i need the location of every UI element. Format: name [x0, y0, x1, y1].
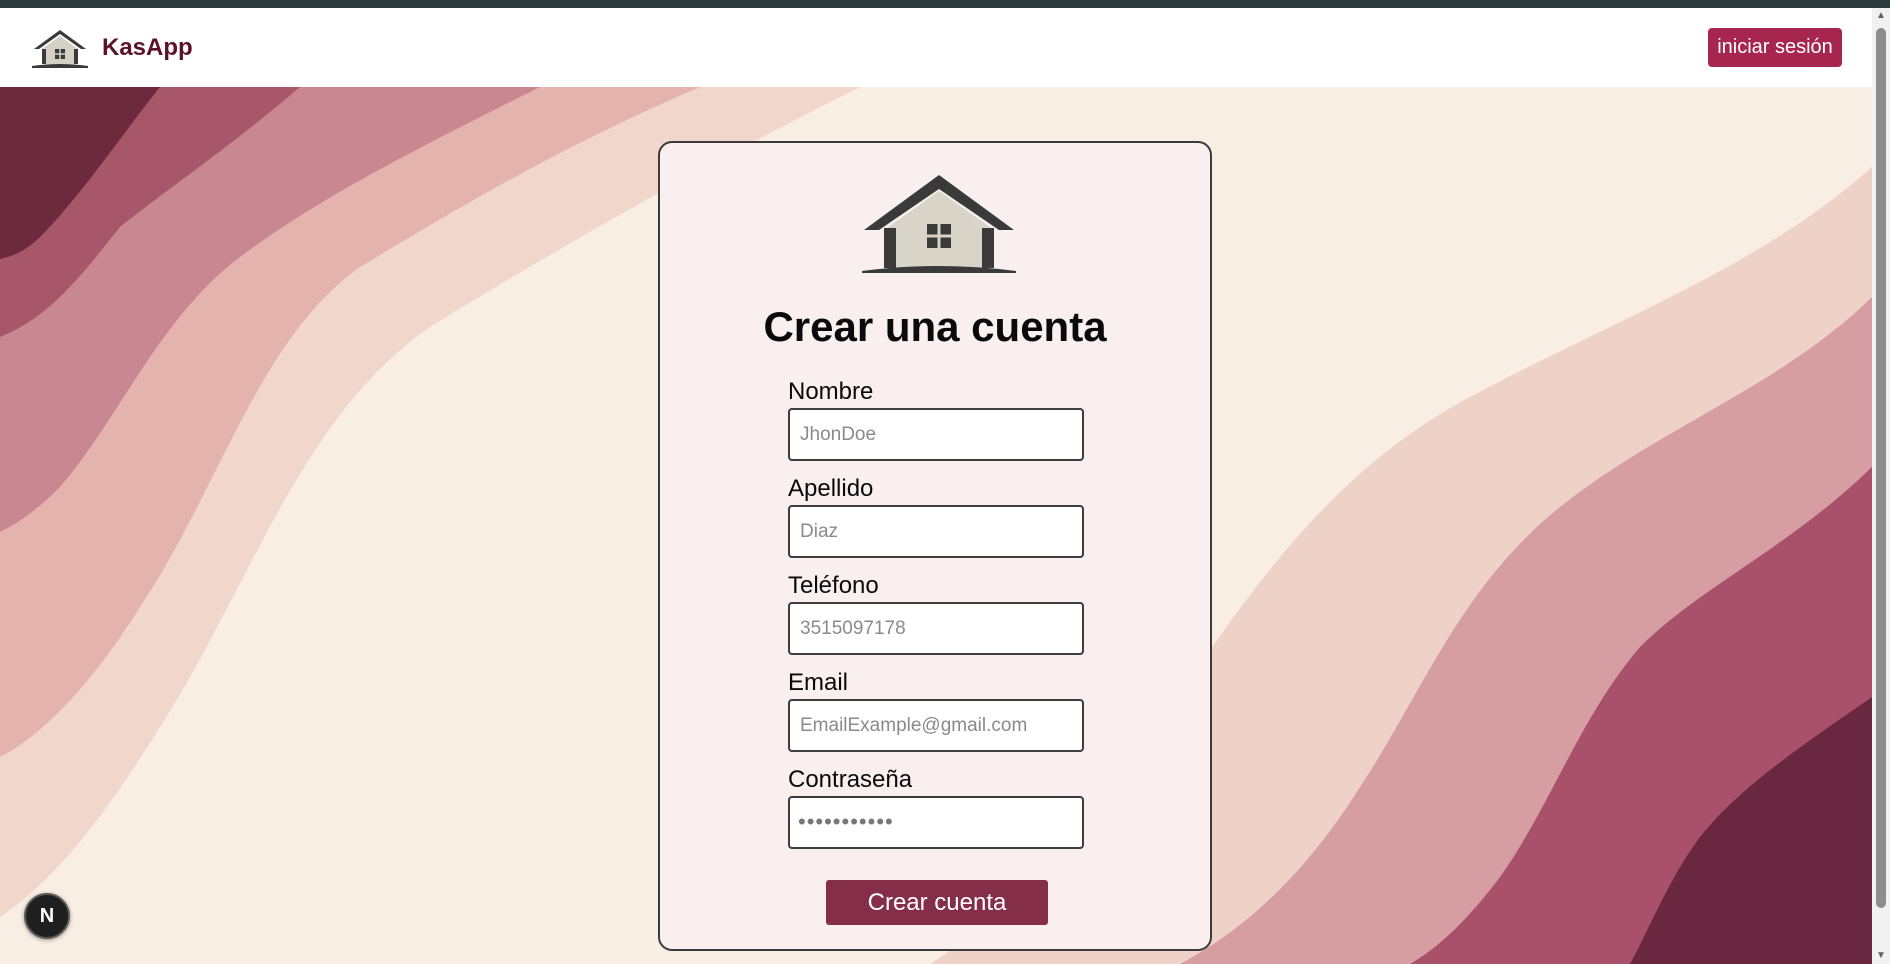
telefono-input[interactable]: [788, 602, 1084, 655]
email-label: Email: [788, 669, 849, 696]
password-input[interactable]: [788, 796, 1084, 849]
chevron-up-icon[interactable]: ▲: [1872, 8, 1890, 24]
email-input[interactable]: [788, 699, 1084, 752]
telefono-label: Teléfono: [788, 572, 879, 599]
signup-card: Crear una cuenta Nombre Apellido Teléfon…: [658, 141, 1212, 951]
password-label: Contraseña: [788, 766, 913, 793]
dev-tools-badge[interactable]: N: [24, 893, 70, 939]
chevron-down-icon[interactable]: ▼: [1872, 948, 1890, 964]
create-account-button[interactable]: Crear cuenta: [826, 880, 1048, 925]
apellido-input[interactable]: [788, 505, 1084, 558]
login-button[interactable]: iniciar sesión: [1708, 28, 1842, 67]
scrollbar[interactable]: ▲ ▼: [1872, 8, 1890, 964]
brand-name: KasApp: [102, 33, 193, 61]
apellido-label: Apellido: [788, 475, 874, 502]
nombre-input[interactable]: [788, 408, 1084, 461]
brand[interactable]: KasApp: [30, 27, 193, 69]
house-icon: [32, 29, 88, 68]
house-icon: [862, 175, 1016, 273]
browser-top-strip: [0, 0, 1890, 8]
form-title: Crear una cuenta: [763, 303, 1107, 350]
scroll-thumb[interactable]: [1876, 28, 1886, 908]
navbar: KasApp iniciar sesión: [0, 8, 1872, 87]
nombre-label: Nombre: [788, 378, 874, 405]
